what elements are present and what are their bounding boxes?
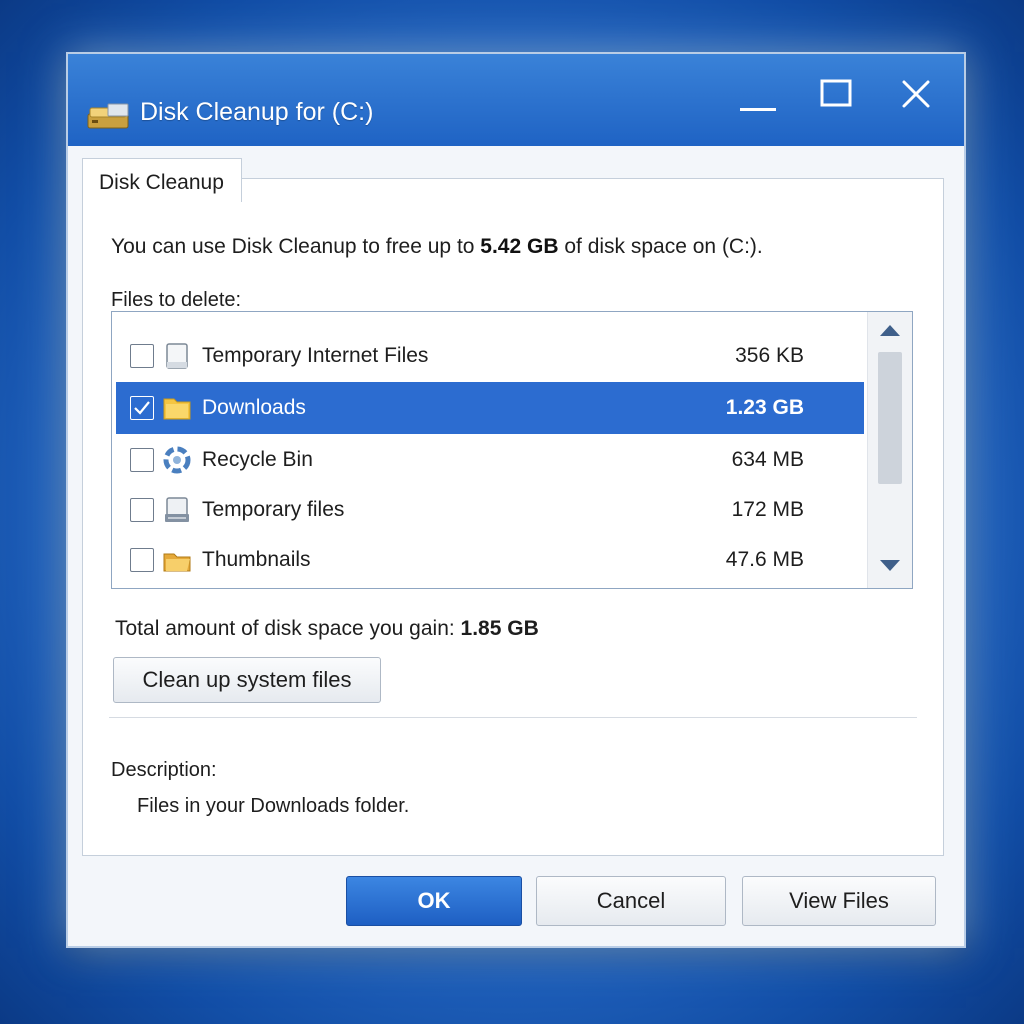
item-size: 47.6 MB — [725, 548, 804, 571]
tab-panel: You can use Disk Cleanup to free up to 5… — [82, 178, 944, 856]
description-label: Description: — [111, 759, 217, 781]
title-bar[interactable]: Disk Cleanup for (C:) — [68, 54, 964, 146]
total-label: Total amount of disk space you gain: — [115, 617, 461, 640]
files-to-delete-label: Files to delete: — [111, 289, 242, 311]
intro-amount: 5.42 GB — [480, 235, 559, 258]
scrollbar-thumb[interactable] — [878, 352, 902, 484]
ok-button[interactable]: OK — [346, 876, 522, 926]
files-list[interactable]: Temporary Internet Files 356 KB Download… — [111, 311, 913, 589]
checkbox-checked[interactable] — [130, 396, 154, 420]
checkbox[interactable] — [130, 344, 154, 368]
scroll-down-arrow-icon[interactable] — [878, 558, 902, 574]
maximize-icon — [820, 79, 852, 107]
item-size: 634 MB — [731, 448, 804, 471]
checkbox[interactable] — [130, 498, 154, 522]
tab-disk-cleanup[interactable]: Disk Cleanup — [82, 158, 242, 202]
checkbox[interactable] — [130, 448, 154, 472]
item-name: Thumbnails — [202, 548, 311, 571]
maximize-button[interactable] — [806, 68, 866, 128]
intro-suffix: of disk space on (C:). — [558, 235, 763, 258]
item-name: Recycle Bin — [202, 448, 313, 471]
list-item-temporary-files[interactable]: Temporary files 172 MB — [116, 484, 864, 536]
intro-prefix: You can use Disk Cleanup to free up to — [111, 235, 481, 258]
item-name: Temporary Internet Files — [202, 344, 429, 367]
disk-drive-icon — [87, 103, 129, 129]
list-item-downloads[interactable]: Downloads 1.23 GB — [116, 382, 864, 434]
disk-cleanup-window: Disk Cleanup for (C:) Disk Cleanup You c… — [66, 52, 966, 948]
recycle-icon — [163, 446, 191, 474]
item-size: 356 KB — [735, 344, 804, 367]
total-value: 1.85 GB — [460, 617, 539, 640]
list-scrollbar[interactable] — [867, 312, 912, 588]
cancel-button[interactable]: Cancel — [536, 876, 726, 926]
list-item-thumbnails[interactable]: Thumbnails 47.6 MB — [116, 534, 864, 586]
item-size: 172 MB — [731, 498, 804, 521]
list-item-temporary-internet-files[interactable]: Temporary Internet Files 356 KB — [116, 330, 864, 382]
checkbox[interactable] — [130, 548, 154, 572]
view-files-button[interactable]: View Files — [742, 876, 936, 926]
minimize-icon — [740, 108, 776, 111]
list-item-recycle-bin[interactable]: Recycle Bin 634 MB — [116, 434, 864, 486]
item-size: 1.23 GB — [725, 396, 804, 419]
checkmark-icon — [134, 401, 150, 415]
total-gain-text: Total amount of disk space you gain: 1.8… — [115, 617, 539, 641]
window-title: Disk Cleanup for (C:) — [140, 98, 374, 126]
item-name: Downloads — [202, 396, 306, 419]
open-folder-icon — [163, 553, 191, 572]
clean-up-system-files-button[interactable]: Clean up system files — [113, 657, 381, 703]
intro-text: You can use Disk Cleanup to free up to 5… — [111, 235, 763, 259]
scroll-up-arrow-icon[interactable] — [878, 322, 902, 338]
item-name: Temporary files — [202, 498, 345, 521]
minimize-button[interactable] — [728, 68, 788, 128]
page-icon — [166, 343, 188, 369]
divider — [109, 717, 917, 718]
folder-icon — [163, 398, 191, 420]
close-button[interactable] — [886, 68, 946, 128]
description-text: Files in your Downloads folder. — [137, 795, 410, 817]
close-icon — [902, 80, 930, 108]
drive-icon — [165, 497, 189, 522]
